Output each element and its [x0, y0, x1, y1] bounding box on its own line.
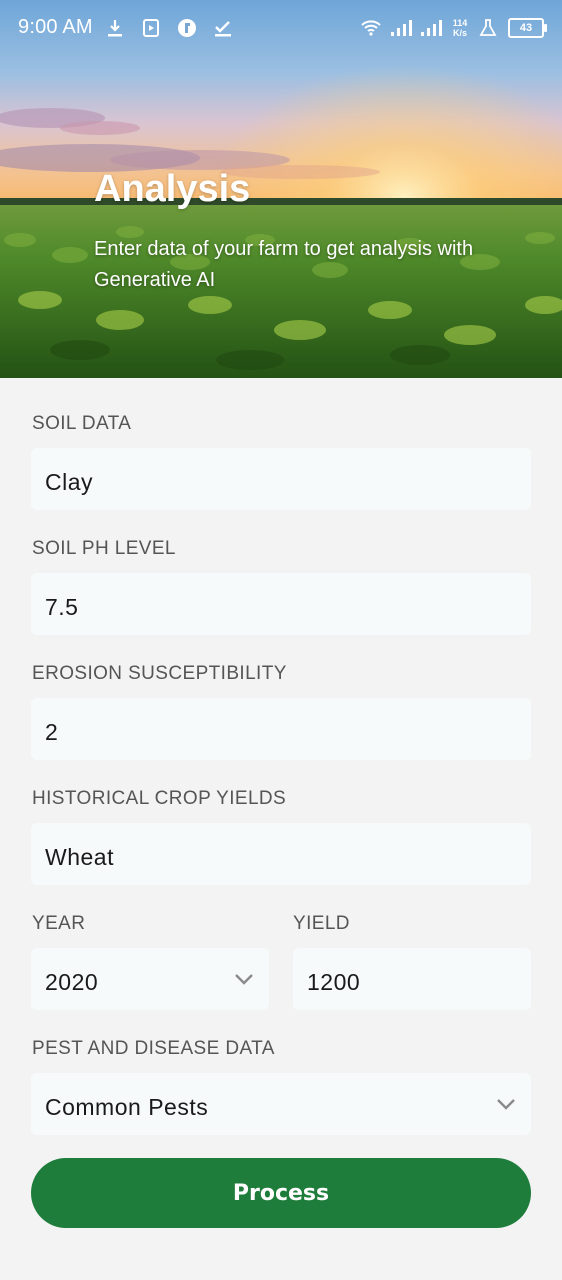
soil-ph-input[interactable]: 7.5	[31, 573, 531, 635]
erosion-value: 2	[45, 718, 59, 745]
hero-banner: 9:00 AM 114 K/s 43 Analysis Enter data o…	[0, 0, 562, 378]
status-time: 9:00 AM	[18, 16, 93, 38]
soil-data-value: Clay	[45, 468, 94, 495]
signal-icon-2	[420, 17, 442, 39]
soil-data-input[interactable]: Clay	[31, 448, 531, 510]
chevron-down-icon	[233, 968, 255, 990]
soil-data-label: SOIL DATA	[32, 413, 132, 434]
soil-ph-value: 7.5	[45, 593, 79, 620]
page-title: Analysis	[94, 168, 251, 210]
page-subtitle: Enter data of your farm to get analysis …	[94, 238, 474, 291]
analysis-form: SOIL DATA Clay SOIL PH LEVEL 7.5 EROSION…	[0, 378, 562, 1280]
pest-label: PEST AND DISEASE DATA	[32, 1038, 275, 1059]
erosion-label: EROSION SUSCEPTIBILITY	[32, 663, 287, 684]
soil-ph-label: SOIL PH LEVEL	[32, 538, 176, 559]
check-icon	[212, 17, 234, 39]
chevron-down-icon	[495, 1093, 517, 1115]
download-icon	[104, 17, 126, 39]
crop-yields-label: HISTORICAL CROP YIELDS	[32, 788, 287, 809]
signal-icon	[390, 17, 412, 39]
crop-yields-input[interactable]: Wheat	[31, 823, 531, 885]
yield-input[interactable]: 1200	[293, 948, 531, 1010]
crop-yields-value: Wheat	[45, 843, 114, 870]
pest-select[interactable]: Common Pests	[31, 1073, 531, 1135]
process-button[interactable]: Process	[31, 1158, 531, 1228]
flask-icon	[478, 17, 500, 39]
year-label: YEAR	[32, 913, 86, 934]
yield-value: 1200	[307, 968, 361, 995]
app-icon	[176, 17, 198, 39]
status-bar: 9:00 AM 114 K/s 43	[0, 0, 562, 58]
media-icon	[140, 17, 162, 39]
yield-label: YIELD	[293, 913, 350, 934]
battery-icon: 43	[508, 18, 547, 38]
network-speed: 114 K/s	[452, 18, 468, 38]
erosion-input[interactable]: 2	[31, 698, 531, 760]
pest-value: Common Pests	[45, 1093, 209, 1120]
year-select[interactable]: 2020	[31, 948, 269, 1010]
year-value: 2020	[45, 968, 99, 995]
wifi-icon	[360, 17, 382, 39]
